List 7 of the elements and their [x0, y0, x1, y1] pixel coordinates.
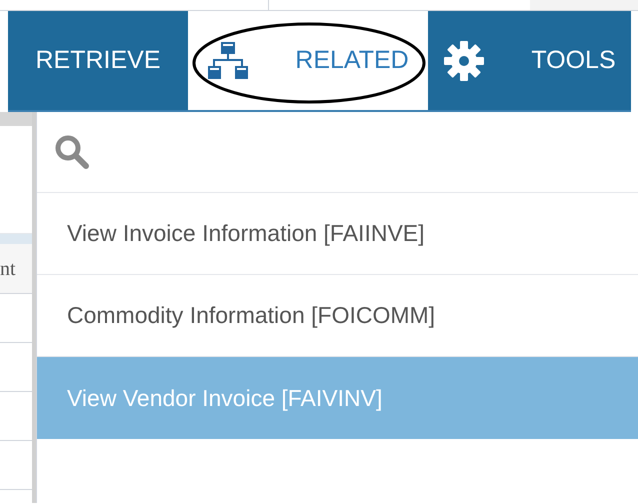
menu-item[interactable]: View Invoice Information [FAIINVE] [37, 193, 638, 275]
search-icon [55, 135, 89, 169]
row-highlight [0, 234, 32, 244]
toolbar-tab[interactable]: RELATED [188, 11, 428, 110]
gear-icon [443, 40, 486, 82]
sitemap-icon [207, 40, 250, 82]
column-heading: nt [0, 256, 16, 282]
